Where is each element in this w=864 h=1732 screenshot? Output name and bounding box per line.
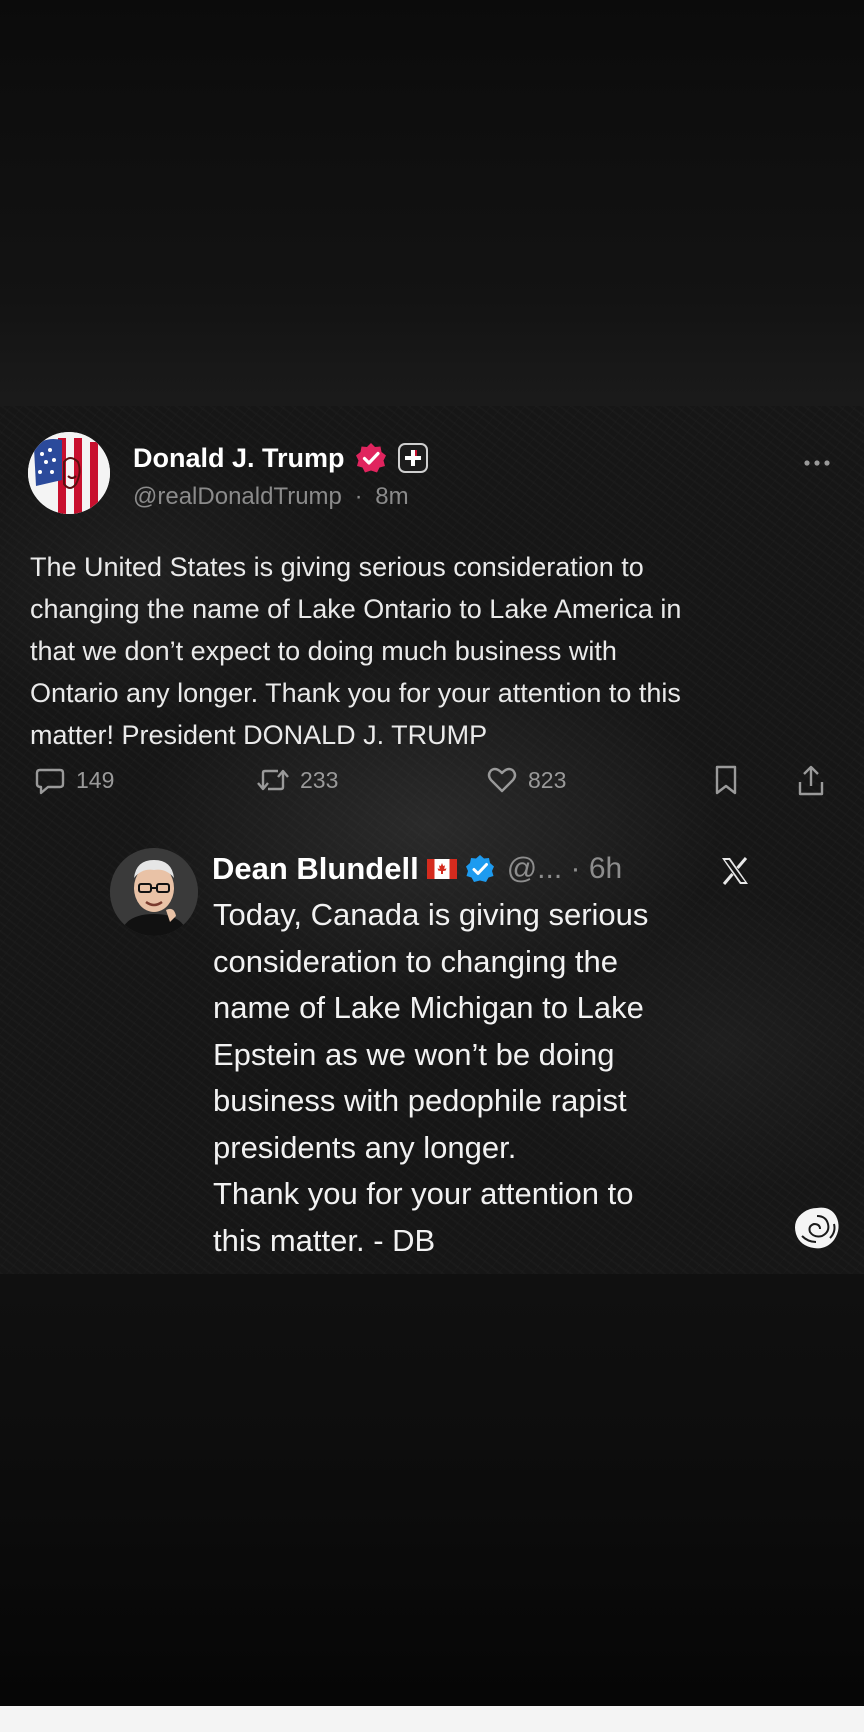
avatar-flag-face-image (28, 432, 110, 514)
more-icon[interactable] (802, 458, 832, 468)
author-name-row: Donald J. Trump (133, 438, 429, 478)
tweet-text: The United States is giving serious cons… (30, 552, 682, 750)
share-icon (798, 765, 824, 796)
tweet-actions: 149 233 823 (30, 764, 830, 808)
bottom-strip (0, 1706, 864, 1732)
x-logo-icon (722, 857, 748, 885)
share-button[interactable] (796, 764, 826, 798)
like-button[interactable]: 823 (486, 764, 566, 796)
rose-icon (795, 1207, 839, 1249)
reply-display-name[interactable]: Dean Blundell (212, 851, 419, 887)
verified-badge-icon (355, 443, 386, 473)
tweet-card[interactable]: Donald J. Trump @realDonaldTrump · 8m Th… (0, 406, 864, 1274)
display-name[interactable]: Donald J. Trump (133, 443, 345, 474)
reply-icon (35, 768, 65, 795)
bookmark-icon (715, 765, 737, 795)
reply-button[interactable]: 149 (34, 764, 114, 796)
reply-count: 149 (76, 766, 115, 793)
like-icon (487, 767, 517, 793)
reply-meta[interactable]: @... · 6h (507, 852, 623, 886)
reply-header: Dean Blundell @... · 6h (212, 846, 622, 892)
reply-text: Today, Canada is giving serious consider… (213, 897, 649, 1258)
handle[interactable]: @realDonaldTrump (133, 483, 342, 510)
affiliate-badge-icon (397, 443, 428, 473)
like-count: 823 (528, 766, 567, 793)
separator: · (354, 483, 363, 510)
reply-avatar[interactable] (110, 848, 198, 936)
avatar[interactable] (28, 432, 110, 514)
repost-button[interactable]: 233 (256, 764, 338, 796)
repost-icon (257, 769, 289, 791)
canada-flag-icon (426, 859, 457, 879)
reply-avatar-photo (110, 848, 198, 936)
verified-badge-icon (465, 855, 494, 882)
bookmark-button[interactable] (712, 764, 740, 796)
repost-count: 233 (300, 766, 339, 793)
timestamp[interactable]: 8m (375, 483, 408, 510)
handle-row: @realDonaldTrump · 8m (133, 483, 409, 511)
screenshot-background: Donald J. Trump @realDonaldTrump · 8m Th… (0, 0, 864, 1732)
